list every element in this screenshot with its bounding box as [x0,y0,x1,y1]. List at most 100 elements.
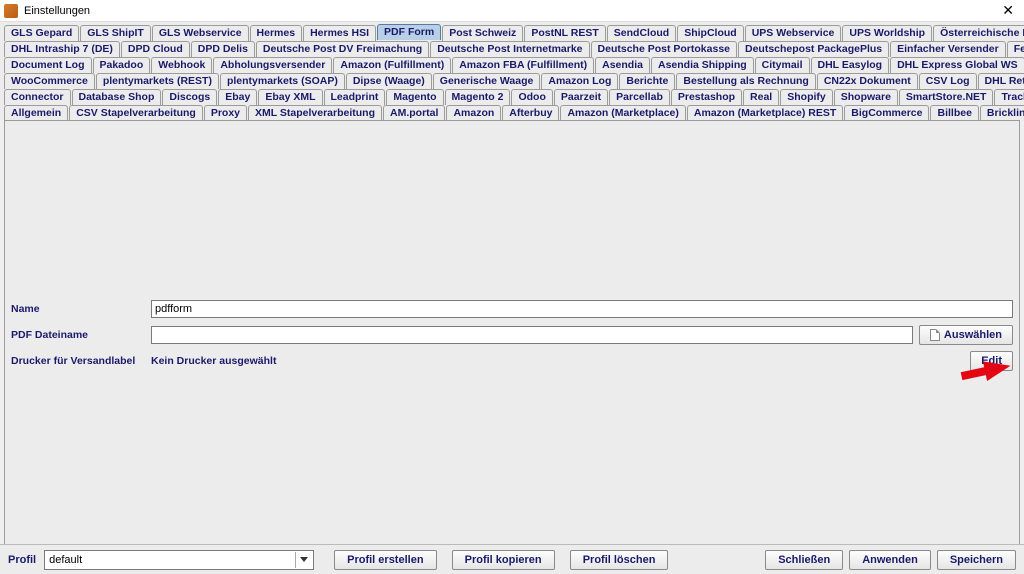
tab-asendia-shipping[interactable]: Asendia Shipping [651,57,754,73]
tab-abholungsversender[interactable]: Abholungsversender [213,57,332,73]
tab-einfacher-versender[interactable]: Einfacher Versender [890,41,1006,57]
name-label: Name [11,303,151,315]
tab-magento[interactable]: Magento [386,89,443,105]
tab-prestashop[interactable]: Prestashop [671,89,742,105]
close-icon[interactable]: ✕ [996,2,1020,19]
tab-hermes[interactable]: Hermes [250,25,303,41]
tab-amazon-marketplace-rest[interactable]: Amazon (Marketplace) REST [687,105,843,121]
tab-bestellung-als-rechnung[interactable]: Bestellung als Rechnung [676,73,815,89]
select-file-button[interactable]: Auswählen [919,325,1013,345]
tab-cn22x-dokument[interactable]: CN22x Dokument [817,73,918,89]
tab-generische-waage[interactable]: Generische Waage [433,73,541,89]
tab-gls-webservice[interactable]: GLS Webservice [152,25,249,41]
tab-discogs[interactable]: Discogs [162,89,217,105]
tab-sendcloud[interactable]: SendCloud [607,25,676,41]
tab-pakadoo[interactable]: Pakadoo [93,57,151,73]
tab-ebay[interactable]: Ebay [218,89,257,105]
tab-bigcommerce[interactable]: BigCommerce [844,105,929,121]
file-icon [930,329,940,341]
tab-shipcloud[interactable]: ShipCloud [677,25,744,41]
tabs-container: GLS GepardGLS ShipITGLS WebserviceHermes… [0,22,1024,120]
tab-shopify[interactable]: Shopify [780,89,833,105]
profile-create-button[interactable]: Profil erstellen [334,550,436,570]
tab-am-portal[interactable]: AM.portal [383,105,445,121]
tab-amazon-marketplace-[interactable]: Amazon (Marketplace) [560,105,685,121]
tab-amazon-fulfillment-[interactable]: Amazon (Fulfillment) [333,57,451,73]
tab-deutsche-post-internetmarke[interactable]: Deutsche Post Internetmarke [430,41,589,57]
tab-dpd-cloud[interactable]: DPD Cloud [121,41,190,57]
printer-value: Kein Drucker ausgewählt [151,355,276,367]
tab-connector[interactable]: Connector [4,89,71,105]
tab-dhl-express-global-ws[interactable]: DHL Express Global WS [890,57,1024,73]
tab-csv-stapelverarbeitung[interactable]: CSV Stapelverarbeitung [69,105,203,121]
tab-post-schweiz[interactable]: Post Schweiz [442,25,523,41]
save-button[interactable]: Speichern [937,550,1016,570]
name-input[interactable] [151,300,1013,318]
printer-label: Drucker für Versandlabel [11,355,151,367]
tab-database-shop[interactable]: Database Shop [72,89,162,105]
row-pdf-file: PDF Dateiname Auswählen [11,325,1013,345]
tab-parcellab[interactable]: Parcellab [609,89,670,105]
row-name: Name [11,299,1013,319]
tab-deutsche-post-dv-freimachung[interactable]: Deutsche Post DV Freimachung [256,41,429,57]
tab-amazon-log[interactable]: Amazon Log [541,73,618,89]
row-printer: Drucker für Versandlabel Kein Drucker au… [11,351,1013,371]
tab-real[interactable]: Real [743,89,779,105]
tab-afterbuy[interactable]: Afterbuy [502,105,559,121]
tab-gls-gepard[interactable]: GLS Gepard [4,25,79,41]
tab-berichte[interactable]: Berichte [619,73,675,89]
pdf-file-input[interactable] [151,326,913,344]
tab-webhook[interactable]: Webhook [151,57,212,73]
tab-asendia[interactable]: Asendia [595,57,650,73]
tab-billbee[interactable]: Billbee [930,105,978,121]
tab-shopware[interactable]: Shopware [834,89,898,105]
tab-deutschepost-packageplus[interactable]: Deutschepost PackagePlus [738,41,889,57]
tab-dhl-easylog[interactable]: DHL Easylog [811,57,890,73]
tab-xml-stapelverarbeitung[interactable]: XML Stapelverarbeitung [248,105,382,121]
pdf-file-label: PDF Dateiname [11,329,151,341]
tab-proxy[interactable]: Proxy [204,105,247,121]
tab-ebay-xml[interactable]: Ebay XML [258,89,322,105]
titlebar: Einstellungen ✕ [0,0,1024,22]
tab-leadprint[interactable]: Leadprint [324,89,386,105]
tab-pdf-form[interactable]: PDF Form [377,24,441,40]
profile-copy-button[interactable]: Profil kopieren [452,550,555,570]
tab-dipse-waage-[interactable]: Dipse (Waage) [346,73,432,89]
tab-document-log[interactable]: Document Log [4,57,92,73]
tab--sterreichische-post[interactable]: Österreichische Post [933,25,1024,41]
tab-plentymarkets-rest-[interactable]: plentymarkets (REST) [96,73,219,89]
tab-gls-shipit[interactable]: GLS ShipIT [80,25,151,41]
bottom-bar: Profil default Profil erstellen Profil k… [0,544,1024,574]
tab-amazon-fba-fulfillment-[interactable]: Amazon FBA (Fulfillment) [452,57,594,73]
tab-plentymarkets-soap-[interactable]: plentymarkets (SOAP) [220,73,345,89]
close-button[interactable]: Schließen [765,550,843,570]
tab-odoo[interactable]: Odoo [511,89,552,105]
tab-trackingportal[interactable]: Trackingportal [994,89,1024,105]
tab-dhl-intraship-7-de-[interactable]: DHL Intraship 7 (DE) [4,41,120,57]
tab-magento-2[interactable]: Magento 2 [445,89,511,105]
tab-dpd-delis[interactable]: DPD Delis [191,41,255,57]
tab-postnl-rest[interactable]: PostNL REST [524,25,605,41]
select-file-label: Auswählen [944,329,1002,341]
tab-bricklink[interactable]: Bricklink [980,105,1024,121]
tab-woocommerce[interactable]: WooCommerce [4,73,95,89]
tab-fedex-webservice[interactable]: Fedex Webservice [1007,41,1024,57]
chevron-down-icon [295,552,311,568]
profile-select[interactable]: default [44,550,314,570]
tab-allgemein[interactable]: Allgemein [4,105,68,121]
tab-ups-worldship[interactable]: UPS Worldship [842,25,932,41]
tab-paarzeit[interactable]: Paarzeit [554,89,608,105]
tab-amazon[interactable]: Amazon [446,105,501,121]
apply-button[interactable]: Anwenden [849,550,931,570]
tab-smartstore-net[interactable]: SmartStore.NET [899,89,994,105]
tab-hermes-hsi[interactable]: Hermes HSI [303,25,376,41]
profile-value: default [49,554,82,566]
tab-csv-log[interactable]: CSV Log [919,73,977,89]
tab-ups-webservice[interactable]: UPS Webservice [745,25,842,41]
profile-delete-button[interactable]: Profil löschen [570,550,669,570]
tab-citymail[interactable]: Citymail [755,57,810,73]
pdf-form-settings: Name PDF Dateiname Auswählen Drucker für… [11,299,1013,377]
window-title: Einstellungen [24,5,996,17]
tab-deutsche-post-portokasse[interactable]: Deutsche Post Portokasse [591,41,737,57]
tab-dhl-retoure[interactable]: DHL Retoure [978,73,1024,89]
